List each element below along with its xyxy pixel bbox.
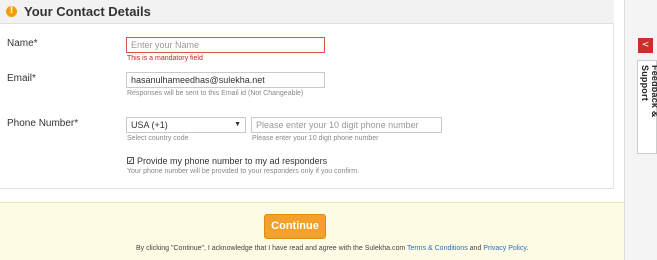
privacy-link[interactable]: Privacy Policy <box>483 245 526 252</box>
continue-button[interactable]: Continue <box>264 214 326 239</box>
name-error: This is a mandatory field <box>127 55 203 62</box>
provide-phone-checkbox[interactable]: ✓ <box>127 157 134 165</box>
terms-link[interactable]: Terms & Conditions <box>407 245 468 252</box>
email-label: Email* <box>7 73 36 84</box>
phone-input[interactable]: Please enter your 10 digit phone number <box>251 117 442 133</box>
email-hint: Responses will be sent to this Email id … <box>127 90 304 97</box>
phone-label: Phone Number* <box>7 118 79 129</box>
email-input[interactable]: hasanulhameedhas@sulekha.net <box>126 72 325 88</box>
agreement-prefix: By clicking "Continue", I acknowledge th… <box>136 245 408 252</box>
footer: Continue By clicking "Continue", I ackno… <box>0 202 624 260</box>
info-icon: ! <box>6 6 17 17</box>
agreement-text: By clicking "Continue", I acknowledge th… <box>136 245 528 252</box>
provide-phone-label[interactable]: Provide my phone number to my ad respond… <box>137 156 327 166</box>
name-label: Name* <box>7 38 38 49</box>
page: ! Your Contact Details Name* Enter your … <box>0 0 624 260</box>
agreement-suffix: . <box>526 245 529 252</box>
provide-phone-hint: Your phone number will be provided to yo… <box>127 168 360 175</box>
share-icon[interactable]: < <box>638 38 653 53</box>
section-header: ! Your Contact Details <box>0 0 614 24</box>
section-title: Your Contact Details <box>24 4 151 19</box>
country-code-value: USA (+1) <box>131 120 168 130</box>
chevron-down-icon: ▼ <box>234 121 241 128</box>
feedback-label: Feedback & Support <box>640 65 657 118</box>
agreement-and: and <box>467 245 484 252</box>
country-code-select[interactable]: USA (+1) ▼ <box>126 117 246 133</box>
feedback-support-tab[interactable]: Feedback & Support <box>637 60 657 154</box>
name-input[interactable]: Enter your Name <box>126 37 325 53</box>
phone-hint: Please enter your 10 digit phone number <box>252 135 379 142</box>
contact-details-card: ! Your Contact Details Name* Enter your … <box>0 0 614 189</box>
country-code-hint: Select country code <box>127 135 189 142</box>
